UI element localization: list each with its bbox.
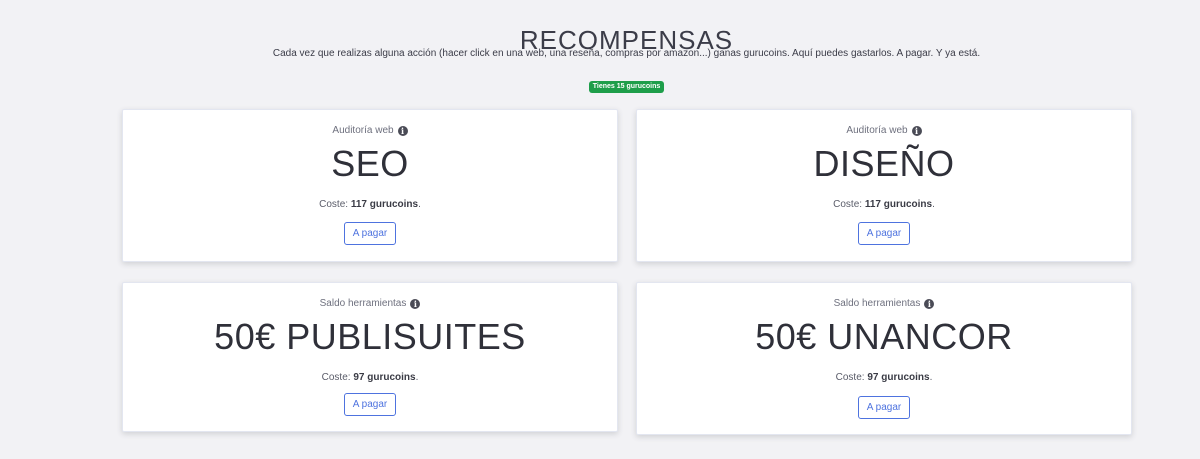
cost-label: Coste: (319, 199, 349, 210)
cost-value: 117 gurucoins (864, 199, 933, 210)
reward-cost: Coste: 97 gurucoins. (637, 372, 1131, 383)
reward-title: 50€ UNANCOR (755, 316, 1013, 357)
reward-card-publisuites: Saldo herramientas i 50€ PUBLISUITES Cos… (122, 282, 618, 432)
cost-value: 97 gurucoins (353, 372, 416, 383)
reward-cost: Coste: 117 gurucoins. (637, 199, 1131, 210)
reward-category-label: Saldo herramientas (833, 298, 921, 309)
reward-cost: Coste: 117 gurucoins. (123, 199, 617, 210)
info-icon[interactable]: i (924, 298, 935, 309)
balance-row: Tienes 15 gurucoins (0, 75, 1200, 93)
cost-value: 117 gurucoins (350, 199, 419, 210)
reward-category: Saldo herramientas i (123, 298, 617, 309)
cost-label: Coste: (835, 372, 865, 383)
reward-category: Auditoría web i (637, 125, 1131, 136)
pay-button[interactable]: A pagar (344, 222, 396, 245)
cost-suffix: . (929, 372, 933, 383)
cost-suffix: . (418, 199, 421, 210)
reward-card-unancor: Saldo herramientas i 50€ UNANCOR Coste: … (636, 282, 1132, 435)
reward-category-label: Auditoría web (846, 125, 908, 136)
cost-label: Coste: (321, 372, 351, 383)
reward-category-label: Saldo herramientas (319, 298, 407, 309)
reward-category: Saldo herramientas i (637, 298, 1131, 309)
pay-button[interactable]: A pagar (858, 396, 910, 419)
cost-value: 97 gurucoins (867, 372, 930, 383)
reward-category: Auditoría web i (123, 125, 617, 136)
cost-suffix: . (932, 199, 935, 210)
info-icon[interactable]: i (911, 125, 922, 136)
reward-card-seo: Auditoría web i SEO Coste: 117 gurucoins… (122, 109, 618, 262)
cost-suffix: . (415, 372, 419, 383)
pay-button[interactable]: A pagar (858, 222, 910, 245)
info-icon[interactable]: i (410, 298, 421, 309)
reward-cost: Coste: 97 gurucoins. (123, 372, 617, 383)
reward-category-label: Auditoría web (332, 125, 394, 136)
cost-label: Coste: (833, 199, 863, 210)
reward-title: DISEÑO (813, 143, 955, 184)
gurucoins-balance-badge: Tienes 15 gurucoins (588, 81, 665, 93)
reward-card-diseno: Auditoría web i DISEÑO Coste: 117 guruco… (636, 109, 1132, 262)
pay-button[interactable]: A pagar (344, 393, 396, 416)
info-icon[interactable]: i (397, 125, 408, 136)
reward-title: SEO (331, 143, 409, 184)
page-description: Cada vez que realizas alguna acción (hac… (272, 48, 981, 59)
reward-title: 50€ PUBLISUITES (214, 316, 526, 357)
